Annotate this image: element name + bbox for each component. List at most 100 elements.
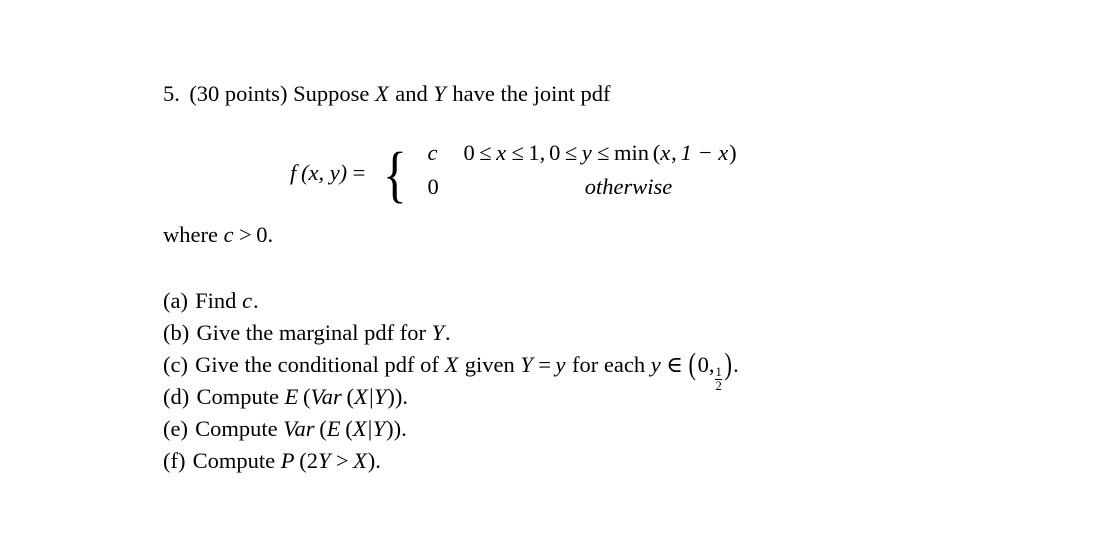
part-e-tag: (e): [163, 416, 188, 441]
fraction-numerator: 1: [715, 365, 722, 380]
variable-x: X: [374, 81, 389, 106]
cond-le-1: ≤: [479, 140, 492, 165]
part-c-text-3: for each: [572, 352, 646, 377]
cond-var-x: x: [496, 140, 507, 165]
problem-statement: 5. (30 points) Suppose X and Y have the j…: [163, 81, 611, 107]
part-c-math-y-lower-2: y: [650, 352, 661, 377]
min-paren-close: ): [729, 140, 737, 165]
part-f-probability-operator: P: [280, 448, 295, 473]
document-page: 5. (30 points) Suppose X and Y have the j…: [0, 0, 1106, 546]
part-c-math-x: X: [444, 352, 459, 377]
part-e-text: Compute: [195, 416, 278, 441]
part-c-tag: (c): [163, 352, 188, 377]
min-args-comma: ,: [671, 140, 677, 165]
part-e: (e) Compute Var (E (X|Y)).: [163, 413, 739, 445]
part-d-tag: (d): [163, 384, 190, 409]
part-c-interval-low: 0,: [697, 352, 715, 377]
part-f-paren-open: (: [299, 448, 307, 473]
part-e-arg-x: X: [352, 416, 367, 441]
part-c-fraction-one-half: 12: [715, 365, 722, 393]
min-argument-2: 1 − x: [680, 140, 729, 165]
part-f-expr-x: X: [353, 448, 367, 473]
cond-zero-a: 0: [463, 140, 475, 165]
part-b-tag: (b): [163, 320, 190, 345]
case-condition-otherwise: otherwise: [584, 174, 673, 199]
part-f-text: Compute: [192, 448, 276, 473]
part-b: (b) Give the marginal pdf for Y.: [163, 317, 739, 349]
case-value-c: c: [427, 140, 438, 165]
part-c-math-y-lower: y: [555, 352, 566, 377]
part-c: (c) Give the conditional pdf of X given Y…: [163, 346, 739, 393]
problem-lead-text-1: Suppose: [293, 81, 370, 106]
cond-le-4: ≤: [597, 140, 610, 165]
problem-number: 5.: [163, 81, 180, 106]
cond-le-3: ≤: [564, 140, 578, 165]
part-e-period: .: [401, 416, 407, 441]
part-f-period: .: [375, 448, 381, 473]
part-b-period: .: [444, 320, 451, 345]
part-c-period: .: [733, 352, 739, 377]
piecewise-cases: c 0 ≤ x ≤1, 0 ≤ y ≤ min (x, 1 − x) 0 otherwise: [416, 140, 794, 208]
problem-lead-text-2: and: [395, 81, 428, 106]
case-condition-domain: 0 ≤ x ≤1, 0 ≤ y ≤ min (x, 1 − x): [464, 140, 794, 166]
min-argument-1: x: [660, 140, 671, 165]
joint-pdf-equation: f (x, y) = { c 0 ≤ x ≤1, 0 ≤ y ≤ min (x, 1 − x) 0 …: [290, 140, 794, 208]
where-value: 0.: [256, 222, 274, 247]
part-d-variance-operator: Var: [310, 384, 342, 409]
part-a-math-c: c: [242, 288, 253, 313]
part-f-relation: >: [335, 448, 349, 473]
part-f-coefficient: 2: [306, 448, 318, 473]
part-f-tag: (f): [163, 448, 186, 473]
part-c-math-y: Y: [520, 352, 533, 377]
part-a-period: .: [252, 288, 259, 313]
function-name-f: f: [290, 160, 297, 185]
part-b-math-y: Y: [431, 320, 445, 345]
fraction-denominator: 2: [715, 378, 722, 393]
part-c-text-2: given: [464, 352, 515, 377]
part-d: (d) Compute E (Var (X|Y)).: [163, 381, 739, 413]
where-clause: where c >0.: [163, 222, 273, 248]
part-d-text: Compute: [196, 384, 279, 409]
variable-y: Y: [433, 81, 446, 106]
part-e-paren-close-inner: ): [386, 416, 394, 441]
part-e-paren-open-outer: (: [319, 416, 327, 441]
cond-zero-b: 0: [549, 140, 561, 165]
part-e-arg-y: Y: [372, 416, 386, 441]
where-label: where: [163, 222, 218, 247]
part-a: (a) Find c.: [163, 285, 739, 317]
part-d-arg-y: Y: [374, 384, 387, 409]
part-c-text-1: Give the conditional pdf of: [195, 352, 439, 377]
part-e-expectation-operator: E: [326, 416, 341, 441]
part-d-period: .: [402, 384, 409, 409]
equation-left-hand-side: f (x, y) =: [290, 160, 370, 188]
function-arguments: (x, y): [300, 160, 348, 185]
part-e-paren-open-inner: (: [345, 416, 353, 441]
part-d-expectation-operator: E: [284, 384, 299, 409]
cond-le-2: ≤: [511, 140, 524, 165]
where-variable-c: c: [223, 222, 234, 247]
where-relation: >: [238, 222, 252, 247]
problem-points: (30 points): [189, 81, 288, 106]
part-c-member-symbol: ∈: [666, 352, 683, 377]
case-row-second: 0 otherwise: [416, 174, 794, 208]
part-d-paren-open-inner: (: [346, 384, 354, 409]
problem-lead-text-3: have the joint pdf: [452, 81, 611, 106]
cond-one: 1,: [528, 140, 546, 165]
case-value-zero: 0: [427, 174, 439, 199]
part-a-tag: (a): [163, 288, 188, 313]
case-row-first: c 0 ≤ x ≤1, 0 ≤ y ≤ min (x, 1 − x): [416, 140, 794, 174]
problem-parts-list: (a) Find c. (b) Give the marginal pdf for …: [163, 285, 739, 477]
part-d-arg-x: X: [353, 384, 368, 409]
part-d-paren-open-outer: (: [303, 384, 311, 409]
part-f-expr-y: Y: [318, 448, 331, 473]
min-operator: min: [613, 140, 649, 165]
part-f: (f) Compute P (2Y > X).: [163, 445, 739, 477]
cond-var-y: y: [581, 140, 592, 165]
part-d-paren-close-inner: ): [387, 384, 395, 409]
part-c-equals: =: [538, 352, 551, 377]
part-e-conditional-bar: |: [367, 416, 373, 441]
equals-sign: =: [352, 160, 366, 185]
part-e-variance-operator: Var: [283, 416, 315, 441]
part-a-text: Find: [195, 288, 237, 313]
part-b-text: Give the marginal pdf for: [196, 320, 426, 345]
